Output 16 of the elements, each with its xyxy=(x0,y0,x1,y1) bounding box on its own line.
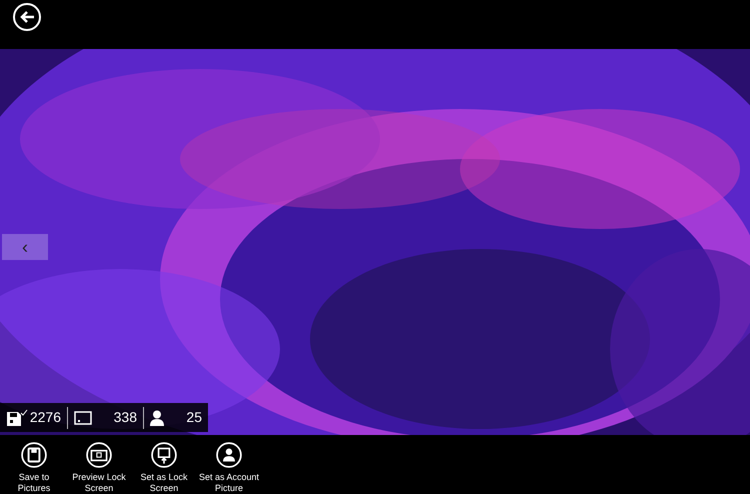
app-bar-button[interactable]: Preview Lock Screen xyxy=(65,442,133,494)
back-arrow-icon xyxy=(19,10,35,24)
floppy-disk-icon xyxy=(21,442,47,468)
screen-icon xyxy=(86,442,112,468)
stat-count: 25 xyxy=(186,408,202,427)
back-button[interactable] xyxy=(13,3,41,31)
floppy-disk-icon xyxy=(6,408,28,426)
app-bar-button[interactable]: Save to Pictures xyxy=(0,442,68,494)
app-bar-button[interactable]: Set as Lock Screen xyxy=(130,442,198,494)
stat-count: 2276 xyxy=(30,408,61,427)
screen-icon xyxy=(74,410,92,424)
stat-count: 338 xyxy=(114,408,137,427)
screen-upload-icon xyxy=(151,442,177,468)
app-bar-button[interactable]: Set as Account Picture xyxy=(195,442,263,494)
person-icon xyxy=(150,410,164,426)
person-icon xyxy=(216,442,242,468)
